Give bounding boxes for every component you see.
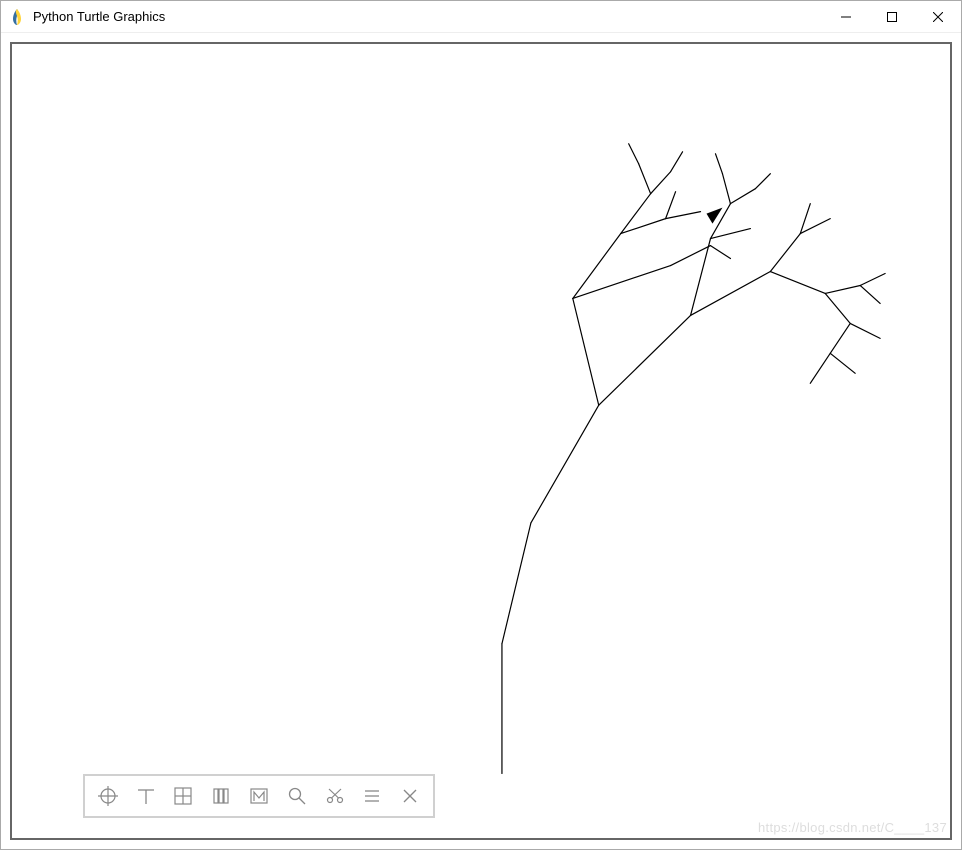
columns-icon[interactable] bbox=[204, 779, 238, 813]
target-icon[interactable] bbox=[91, 779, 125, 813]
canvas-frame bbox=[10, 42, 952, 840]
close-button[interactable] bbox=[915, 1, 961, 33]
turtle-canvas[interactable] bbox=[12, 44, 950, 840]
m-box-icon[interactable] bbox=[242, 779, 276, 813]
python-feather-icon bbox=[9, 9, 25, 25]
grid-icon[interactable] bbox=[167, 779, 201, 813]
minimize-button[interactable] bbox=[823, 1, 869, 33]
tee-icon[interactable] bbox=[129, 779, 163, 813]
magnify-icon[interactable] bbox=[280, 779, 314, 813]
close-x-icon[interactable] bbox=[393, 779, 427, 813]
maximize-button[interactable] bbox=[869, 1, 915, 33]
window-controls bbox=[823, 1, 961, 33]
window-title: Python Turtle Graphics bbox=[33, 9, 823, 24]
floating-toolbar[interactable] bbox=[83, 774, 435, 818]
titlebar[interactable]: Python Turtle Graphics bbox=[1, 1, 961, 33]
scissors-icon[interactable] bbox=[318, 779, 352, 813]
lines-icon[interactable] bbox=[355, 779, 389, 813]
app-window: Python Turtle Graphics bbox=[0, 0, 962, 850]
